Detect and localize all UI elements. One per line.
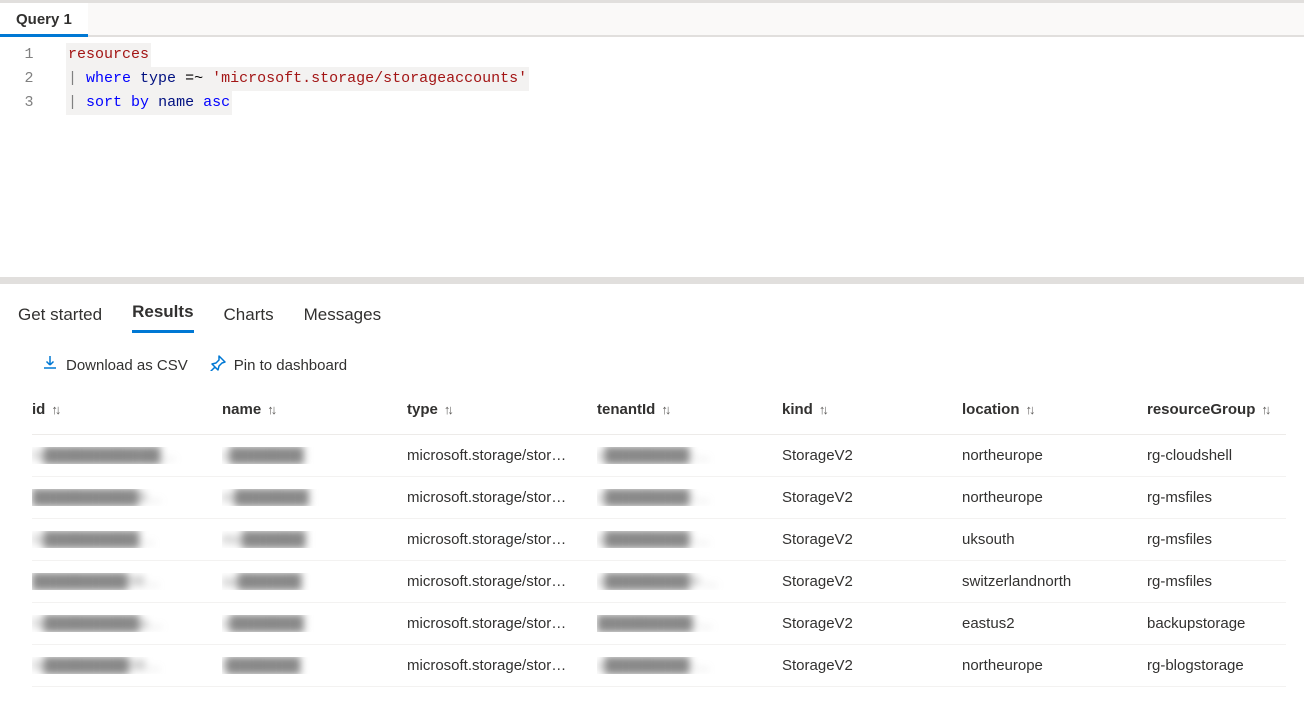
table-row[interactable]: ██████████8…m███████microsoft.storage/st… [32,477,1286,519]
column-header-label: name [222,401,261,418]
results-tab-bar: Get started Results Charts Messages [0,284,1304,333]
results-table: id↑↓name↑↓type↑↓tenantId↑↓kind↑↓location… [0,393,1304,687]
column-header-label: tenantId [597,401,655,418]
tab-charts[interactable]: Charts [224,305,274,333]
column-header-label: location [962,401,1020,418]
query-tab[interactable]: Query 1 [0,3,88,37]
column-header-label: resourceGroup [1147,401,1255,418]
table-row[interactable]: █████████08…sa██████microsoft.storage/st… [32,561,1286,603]
cell-kind: StorageV2 [782,573,962,590]
cell-kind: StorageV2 [782,489,962,506]
results-toolbar: Download as CSV Pin to dashboard [0,333,1304,393]
cell-location: northeurope [962,489,1147,506]
tab-messages[interactable]: Messages [304,305,381,333]
cell-resourceGroup: backupstorage [1147,615,1304,632]
column-header-type[interactable]: type ↑↓ [407,401,597,418]
cell-id: /s█████████a… [32,615,222,632]
tab-get-started[interactable]: Get started [18,305,102,333]
cell-kind: StorageV2 [782,657,962,674]
cell-resourceGroup: rg-msfiles [1147,573,1304,590]
cell-name: t███████ [222,657,407,674]
sort-icon: ↑↓ [1261,402,1268,417]
editor-code-area[interactable]: resources| where type =~ 'microsoft.stor… [58,37,1304,277]
tab-results[interactable]: Results [132,302,193,333]
sort-icon: ↑↓ [1026,402,1033,417]
cell-type: microsoft.storage/stor… [407,489,597,506]
cell-type: microsoft.storage/stor… [407,531,597,548]
cell-location: northeurope [962,447,1147,464]
download-csv-button[interactable]: Download as CSV [42,355,188,375]
cell-name: c███████ [222,447,407,464]
cell-id: /s████████08… [32,657,222,674]
editor-gutter: 123 [0,37,58,277]
cell-resourceGroup: rg-blogstorage [1147,657,1304,674]
cell-id: ██████████8… [32,489,222,506]
cell-kind: StorageV2 [782,531,962,548]
cell-id: /s█████████… [32,531,222,548]
cell-tenantId: █████████-… [597,615,782,632]
cell-name: m███████ [222,489,407,506]
table-header: id↑↓name↑↓type↑↓tenantId↑↓kind↑↓location… [32,393,1286,435]
query-tab-bar: Query 1 [0,3,1304,37]
pin-icon [210,355,226,375]
sort-icon: ↑↓ [51,402,58,417]
table-row[interactable]: /s███████████…c███████microsoft.storage/… [32,435,1286,477]
cell-tenantId: c████████9-… [597,573,782,590]
cell-type: microsoft.storage/stor… [407,615,597,632]
cell-type: microsoft.storage/stor… [407,447,597,464]
cell-id: /s███████████… [32,447,222,464]
table-row[interactable]: /s█████████…ms██████microsoft.storage/st… [32,519,1286,561]
code-line[interactable]: resources [66,43,1296,67]
cell-type: microsoft.storage/stor… [407,657,597,674]
cell-resourceGroup: rg-cloudshell [1147,447,1304,464]
cell-kind: StorageV2 [782,615,962,632]
cell-location: switzerlandnorth [962,573,1147,590]
column-header-label: id [32,401,45,418]
cell-tenantId: c████████-… [597,489,782,506]
download-icon [42,355,58,375]
code-editor[interactable]: 123 resources| where type =~ 'microsoft.… [0,37,1304,277]
column-header-name[interactable]: name ↑↓ [222,401,407,418]
column-header-id[interactable]: id ↑↓ [32,401,222,418]
column-header-resourceGroup[interactable]: resourceGroup ↑↓ [1147,401,1304,418]
column-header-location[interactable]: location ↑↓ [962,401,1147,418]
cell-name: s███████ [222,615,407,632]
table-body: /s███████████…c███████microsoft.storage/… [32,435,1286,687]
cell-name: ms██████ [222,531,407,548]
line-number: 2 [0,67,58,91]
editor-results-separator [0,277,1304,284]
sort-icon: ↑↓ [661,402,668,417]
cell-tenantId: c████████-… [597,447,782,464]
code-line[interactable]: | where type =~ 'microsoft.storage/stora… [66,67,1296,91]
column-header-kind[interactable]: kind ↑↓ [782,401,962,418]
sort-icon: ↑↓ [444,402,451,417]
column-header-label: kind [782,401,813,418]
cell-resourceGroup: rg-msfiles [1147,531,1304,548]
line-number: 3 [0,91,58,115]
cell-type: microsoft.storage/stor… [407,573,597,590]
column-header-tenantId[interactable]: tenantId ↑↓ [597,401,782,418]
cell-tenantId: c████████-… [597,531,782,548]
code-line[interactable]: | sort by name asc [66,91,1296,115]
line-number: 1 [0,43,58,67]
cell-tenantId: c████████-… [597,657,782,674]
download-csv-label: Download as CSV [66,357,188,374]
cell-location: eastus2 [962,615,1147,632]
pin-dashboard-button[interactable]: Pin to dashboard [210,355,347,375]
table-row[interactable]: /s█████████a…s███████microsoft.storage/s… [32,603,1286,645]
table-row[interactable]: /s████████08…t███████microsoft.storage/s… [32,645,1286,687]
sort-icon: ↑↓ [267,402,274,417]
cell-resourceGroup: rg-msfiles [1147,489,1304,506]
cell-id: █████████08… [32,573,222,590]
cell-location: northeurope [962,657,1147,674]
column-header-label: type [407,401,438,418]
cell-kind: StorageV2 [782,447,962,464]
sort-icon: ↑↓ [819,402,826,417]
cell-location: uksouth [962,531,1147,548]
pin-dashboard-label: Pin to dashboard [234,357,347,374]
cell-name: sa██████ [222,573,407,590]
